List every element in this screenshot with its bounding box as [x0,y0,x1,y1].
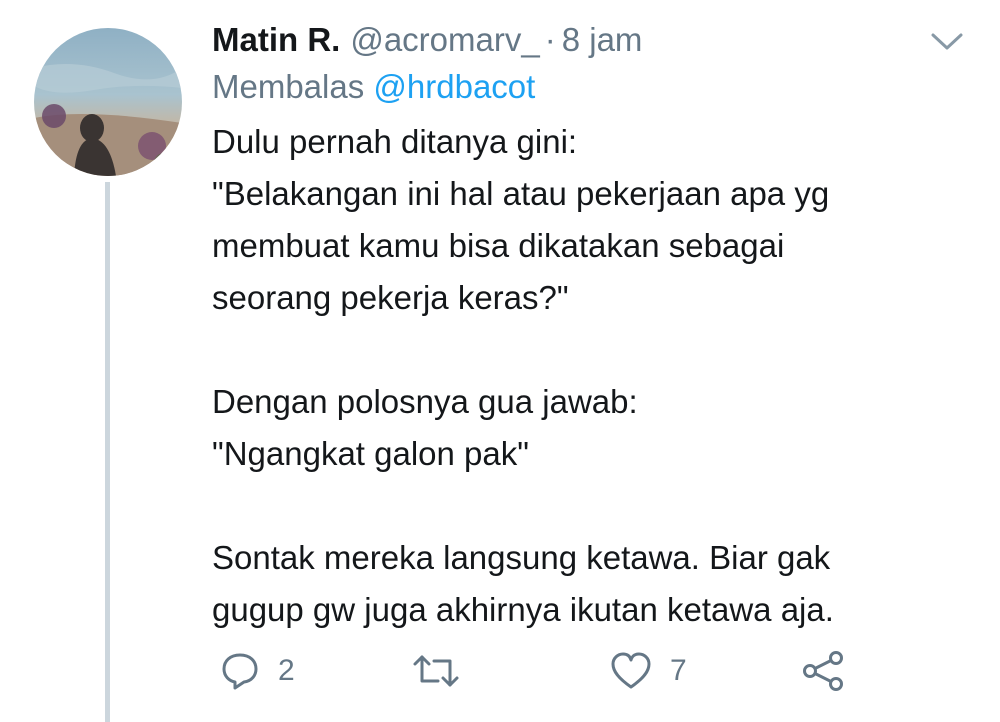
retweet-icon [413,655,459,687]
heart-icon [611,652,651,689]
share-button[interactable] [802,646,846,696]
tweet-line: Dulu pernah ditanya gini: [212,123,578,160]
header-separator: · [544,21,556,58]
avatar[interactable] [34,28,182,176]
reply-button[interactable]: 2 [220,646,295,696]
author-name[interactable]: Matin R. [212,16,340,64]
tweet-header: Matin R. @acromarv_ · 8 jam [212,16,972,64]
tweet-actions: 2 7 [212,646,862,696]
tweet-line: Dengan polosnya gua jawab: [212,383,638,420]
reply-icon [222,653,258,690]
tweet-time[interactable]: 8 jam [562,16,643,64]
reply-prefix: Membalas [212,68,365,105]
share-icon [803,651,843,691]
like-count: 7 [670,654,687,687]
reply-context: Membalas @hrdbacot [212,64,972,110]
avatar-image [34,28,182,176]
tweet-content: Matin R. @acromarv_ · 8 jam Membalas @hr… [212,16,972,636]
tweet-line: Sontak mereka langsung ketawa. Biar gak [212,539,831,576]
tweet-line: membuat kamu bisa dikatakan sebagai [212,227,785,264]
chevron-down-icon[interactable] [930,32,964,52]
reply-count: 2 [278,654,295,687]
author-handle[interactable]: @acromarv_ [350,16,539,64]
tweet-text: Dulu pernah ditanya gini: "Belakangan in… [212,116,972,636]
thread-line [105,182,110,722]
tweet-line: gugup gw juga akhirnya ikutan ketawa aja… [212,591,834,628]
tweet-line: seorang pekerja keras?" [212,279,569,316]
like-button[interactable]: 7 [610,646,687,696]
reply-mention[interactable]: @hrdbacot [373,68,535,105]
tweet-line: "Belakangan ini hal atau pekerjaan apa y… [212,175,830,212]
tweet-line: "Ngangkat galon pak" [212,435,529,472]
retweet-button[interactable] [412,646,460,696]
